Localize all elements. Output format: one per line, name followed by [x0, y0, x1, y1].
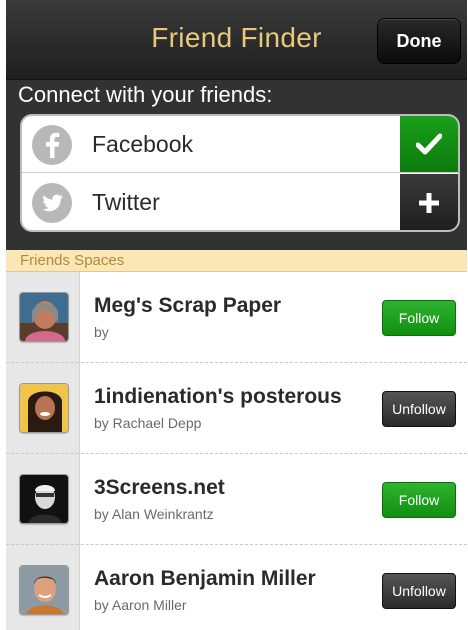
connect-header: Connect with your friends:	[18, 82, 273, 107]
avatar	[19, 474, 69, 524]
list-item[interactable]: 1indienation's posterous by Rachael Depp…	[6, 363, 467, 454]
friend-author: by	[94, 324, 109, 340]
social-services-box: Facebook Twitter	[20, 114, 460, 232]
done-button[interactable]: Done	[377, 18, 461, 64]
avatar	[19, 292, 69, 342]
avatar	[19, 383, 69, 433]
list-item[interactable]: 3Screens.net by Alan Weinkrantz Follow	[6, 454, 467, 545]
twitter-row[interactable]: Twitter	[22, 174, 458, 230]
follow-button[interactable]: Follow	[382, 482, 456, 518]
friends-list: Meg's Scrap Paper by Follow 1indienation…	[6, 272, 467, 630]
friend-name: Meg's Scrap Paper	[94, 294, 282, 317]
plus-icon	[419, 192, 439, 213]
friend-name: 1indienation's posterous	[94, 385, 342, 408]
nav-bar: Friend Finder Done	[6, 0, 467, 80]
follow-button[interactable]: Follow	[382, 300, 456, 336]
friend-author: by Rachael Depp	[94, 415, 202, 431]
friend-author: by Aaron Miller	[94, 597, 187, 613]
unfollow-button[interactable]: Unfollow	[382, 391, 456, 427]
unfollow-button[interactable]: Unfollow	[382, 573, 456, 609]
facebook-row[interactable]: Facebook	[22, 116, 458, 173]
section-title: Friends Spaces	[20, 252, 125, 269]
twitter-label: Twitter	[92, 189, 160, 215]
list-item[interactable]: Aaron Benjamin Miller by Aaron Miller Un…	[6, 545, 467, 630]
facebook-icon	[32, 125, 72, 165]
list-item[interactable]: Meg's Scrap Paper by Follow	[6, 272, 467, 363]
connect-section: Connect with your friends: Facebook Twit…	[6, 80, 467, 250]
twitter-bird-icon	[32, 183, 72, 223]
friends-spaces-header: Friends Spaces	[6, 250, 467, 272]
avatar	[19, 565, 69, 615]
friend-name: 3Screens.net	[94, 476, 225, 499]
friend-author: by Alan Weinkrantz	[94, 506, 214, 522]
twitter-add-toggle[interactable]	[400, 174, 458, 230]
checkmark-icon	[416, 133, 442, 155]
facebook-connected-toggle[interactable]	[400, 116, 458, 172]
friend-name: Aaron Benjamin Miller	[94, 567, 316, 590]
facebook-label: Facebook	[92, 131, 194, 157]
